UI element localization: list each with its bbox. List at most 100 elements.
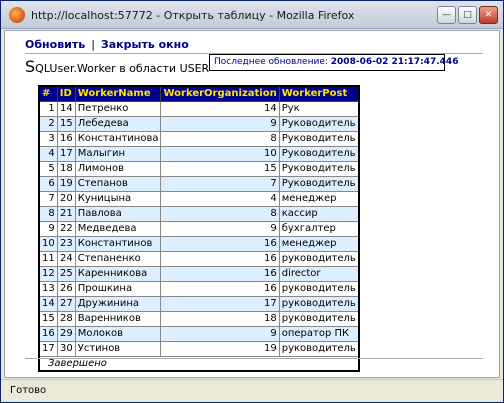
cell-index: 10 bbox=[38, 235, 58, 252]
cell-workerorganization: 7 bbox=[160, 175, 280, 192]
cell-workerpost: менеджер bbox=[278, 235, 360, 252]
cell-workername: Малыгин bbox=[74, 145, 162, 162]
cell-id: 21 bbox=[56, 205, 76, 222]
last-update-box: Последнее обновление: 2008-06-02 21:17:4… bbox=[209, 54, 458, 71]
maximize-icon[interactable]: □ bbox=[458, 6, 477, 24]
cell-workername: Петренко bbox=[74, 100, 162, 117]
cell-workername: Лимонов bbox=[74, 160, 162, 177]
cell-workerpost: руководитель bbox=[278, 280, 360, 297]
page-title-initial: S bbox=[25, 57, 36, 76]
refresh-link[interactable]: Обновить bbox=[25, 38, 85, 51]
cell-workername: Константинов bbox=[74, 235, 162, 252]
cell-id: 16 bbox=[56, 130, 76, 147]
cell-id: 20 bbox=[56, 190, 76, 207]
cell-index: 9 bbox=[38, 220, 58, 237]
last-update-timestamp: 2008-06-02 21:17:47.446 bbox=[330, 57, 459, 67]
cell-workerpost: кассир bbox=[278, 205, 360, 222]
cell-id: 15 bbox=[56, 115, 76, 132]
column-header-workerorganization[interactable]: WorkerOrganization bbox=[160, 85, 280, 102]
table-header-row: # ID WorkerName WorkerOrganization Worke… bbox=[38, 85, 360, 102]
cell-workerorganization: 9 bbox=[160, 325, 280, 342]
table-row: 11 24 Степаненко 16 руководитель bbox=[38, 250, 360, 267]
cell-workername: Степанов bbox=[74, 175, 162, 192]
cell-index: 6 bbox=[38, 175, 58, 192]
minimize-icon[interactable]: — bbox=[437, 6, 456, 24]
table-row: 13 26 Прошкина 16 руководитель bbox=[38, 280, 360, 297]
cell-workerpost: руководитель bbox=[278, 340, 360, 357]
cell-index: 3 bbox=[38, 130, 58, 147]
cell-workername: Куницына bbox=[74, 190, 162, 207]
cell-workerorganization: 8 bbox=[160, 130, 280, 147]
cell-id: 22 bbox=[56, 220, 76, 237]
cell-workerorganization: 15 bbox=[160, 160, 280, 177]
cell-workername: Варенников bbox=[74, 310, 162, 327]
cell-workername: Прошкина bbox=[74, 280, 162, 297]
cell-workerorganization: 4 bbox=[160, 190, 280, 207]
cell-id: 24 bbox=[56, 250, 76, 267]
window-title: http://localhost:57772 - Открыть таблицу… bbox=[31, 9, 355, 22]
status-text: Готово bbox=[10, 385, 47, 396]
table-row: 4 17 Малыгин 10 Руководитель bbox=[38, 145, 360, 162]
cell-index: 11 bbox=[38, 250, 58, 267]
close-window-link[interactable]: Закрыть окно bbox=[101, 38, 189, 51]
worker-table: # ID WorkerName WorkerOrganization Worke… bbox=[38, 85, 360, 372]
cell-workerorganization: 19 bbox=[160, 340, 280, 357]
column-header-workername[interactable]: WorkerName bbox=[74, 85, 162, 102]
cell-workername: Дружинина bbox=[74, 295, 162, 312]
cell-workerorganization: 18 bbox=[160, 310, 280, 327]
link-separator: | bbox=[91, 38, 95, 51]
table-row: 1 14 Петренко 14 Рук bbox=[38, 100, 360, 117]
cell-index: 15 bbox=[38, 310, 58, 327]
table-row: 15 28 Варенников 18 руководитель bbox=[38, 310, 360, 327]
cell-id: 18 bbox=[56, 160, 76, 177]
cell-index: 16 bbox=[38, 325, 58, 342]
title-bar: http://localhost:57772 - Открыть таблицу… bbox=[1, 1, 503, 29]
cell-id: 30 bbox=[56, 340, 76, 357]
browser-window: http://localhost:57772 - Открыть таблицу… bbox=[0, 0, 504, 403]
table-row: 8 21 Павлова 8 кассир bbox=[38, 205, 360, 222]
cell-workerpost: бухгалтер bbox=[278, 220, 360, 237]
page-title-rest: QLUser.Worker в области USER bbox=[35, 62, 210, 75]
column-header-workerpost[interactable]: WorkerPost bbox=[278, 85, 360, 102]
cell-workerorganization: 10 bbox=[160, 145, 280, 162]
cell-workerorganization: 14 bbox=[160, 100, 280, 117]
page-title: SQLUser.Worker в области USER bbox=[25, 57, 209, 76]
table-body: 1 14 Петренко 14 Рук 2 15 Лебедева 9 Руководитель… bbox=[38, 100, 360, 357]
cell-workerpost: руководитель bbox=[278, 295, 360, 312]
cell-id: 17 bbox=[56, 145, 76, 162]
cell-workerorganization: 8 bbox=[160, 205, 280, 222]
cell-workerorganization: 16 bbox=[160, 235, 280, 252]
action-links: Обновить | Закрыть окно bbox=[25, 38, 189, 51]
close-icon[interactable]: ✕ bbox=[479, 6, 498, 24]
column-header-index[interactable]: # bbox=[38, 85, 58, 102]
cell-workerpost: Руководитель bbox=[278, 175, 360, 192]
cell-index: 4 bbox=[38, 145, 58, 162]
cell-index: 8 bbox=[38, 205, 58, 222]
cell-workerorganization: 17 bbox=[160, 295, 280, 312]
cell-index: 12 bbox=[38, 265, 58, 282]
cell-workername: Степаненко bbox=[74, 250, 162, 267]
cell-index: 13 bbox=[38, 280, 58, 297]
column-header-id[interactable]: ID bbox=[56, 85, 76, 102]
cell-workername: Константинова bbox=[74, 130, 162, 147]
cell-workerpost: менеджер bbox=[278, 190, 360, 207]
cell-workerpost: Руководитель bbox=[278, 115, 360, 132]
table-row: 10 23 Константинов 16 менеджер bbox=[38, 235, 360, 252]
cell-workername: Каренникова bbox=[74, 265, 162, 282]
cell-workerorganization: 9 bbox=[160, 220, 280, 237]
cell-id: 26 bbox=[56, 280, 76, 297]
cell-workername: Устинов bbox=[74, 340, 162, 357]
cell-index: 2 bbox=[38, 115, 58, 132]
table-row: 16 29 Молоков 9 оператор ПК bbox=[38, 325, 360, 342]
cell-workerpost: Руководитель bbox=[278, 130, 360, 147]
cell-workerorganization: 16 bbox=[160, 265, 280, 282]
cell-index: 17 bbox=[38, 340, 58, 357]
cell-id: 19 bbox=[56, 175, 76, 192]
cell-workerpost: director bbox=[278, 265, 360, 282]
cell-workerorganization: 16 bbox=[160, 250, 280, 267]
cell-id: 14 bbox=[56, 100, 76, 117]
cell-workerpost: Руководитель bbox=[278, 160, 360, 177]
cell-workerpost: руководитель bbox=[278, 250, 360, 267]
table-row: 12 25 Каренникова 16 director bbox=[38, 265, 360, 282]
table-row: 6 19 Степанов 7 Руководитель bbox=[38, 175, 360, 192]
